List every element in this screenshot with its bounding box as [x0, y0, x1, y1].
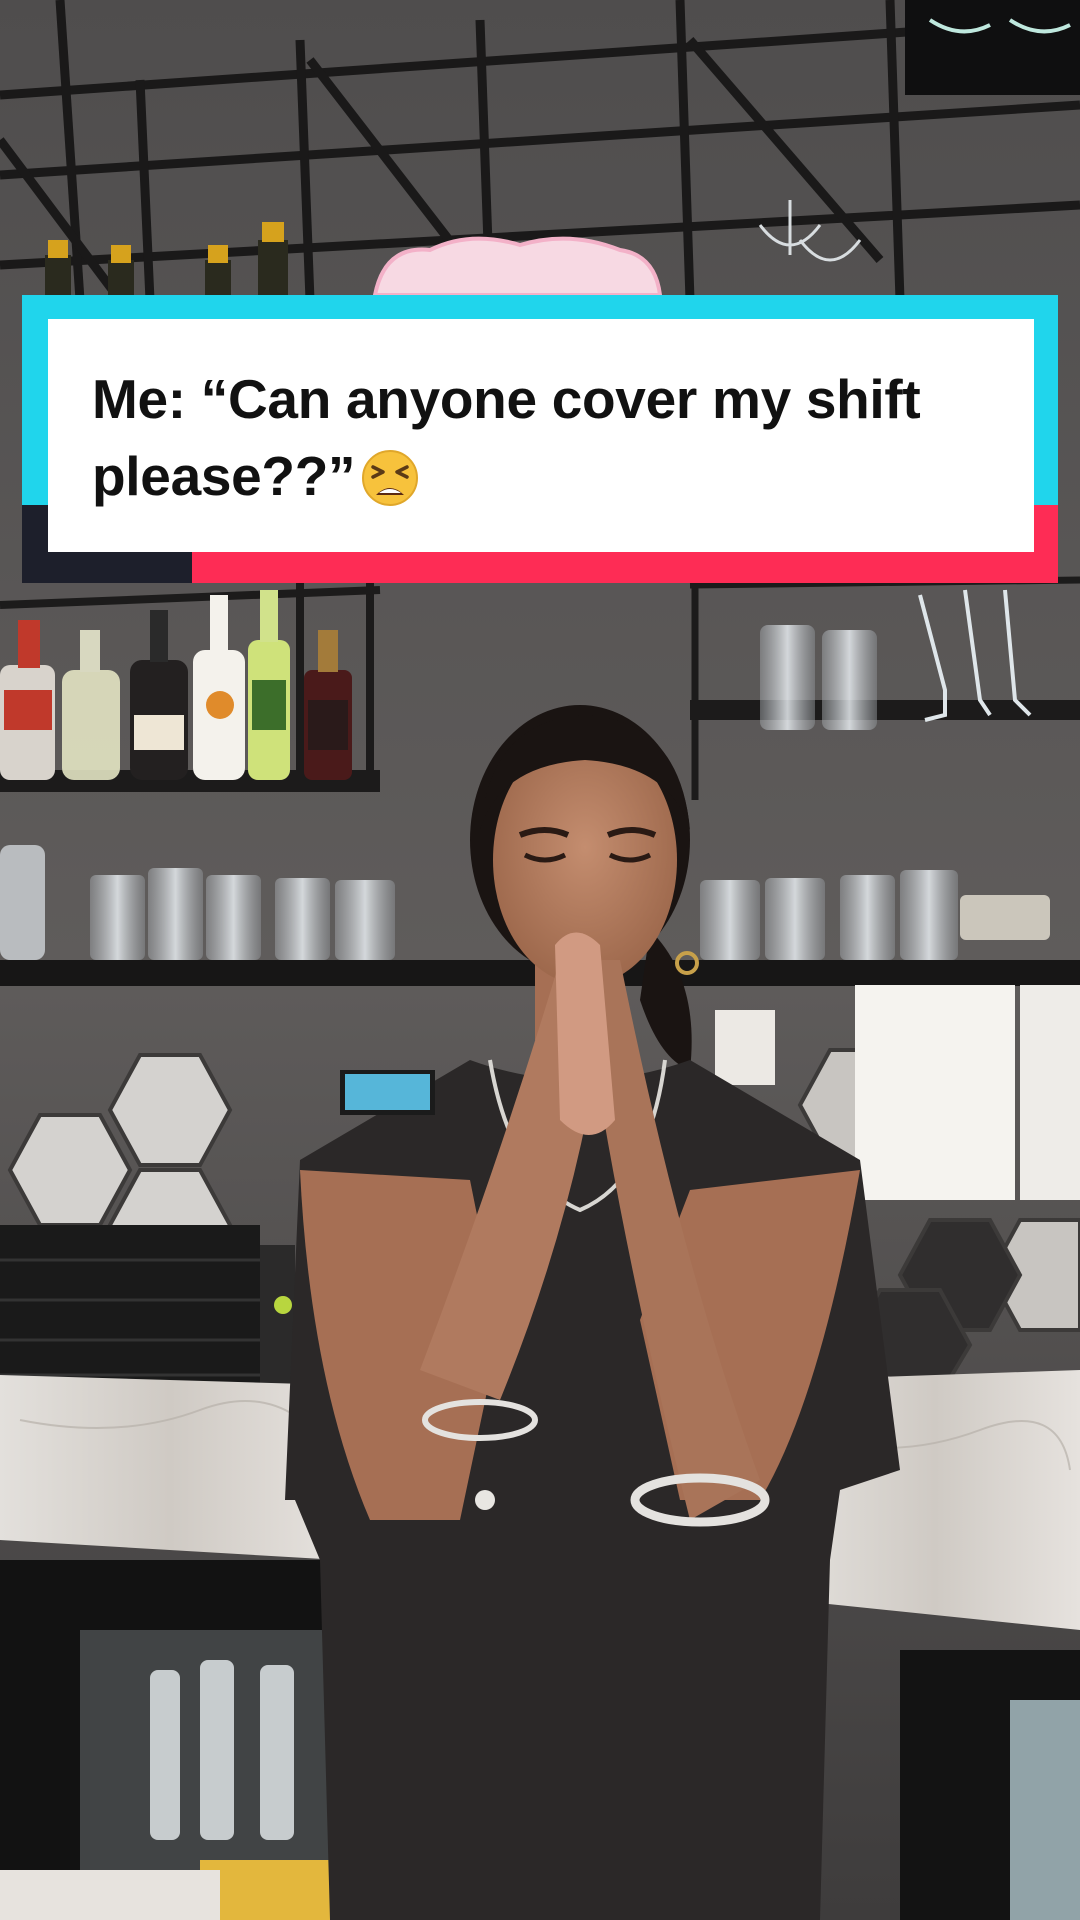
- caption-text-content: Me: “Can anyone cover my shift please??”: [92, 368, 921, 507]
- caption-card: Me: “Can anyone cover my shift please??”: [22, 295, 1058, 583]
- tired-face-icon: [361, 449, 419, 527]
- pinned-paper: [855, 985, 1015, 1200]
- bar-scene-illustration: [0, 0, 1080, 1920]
- box-packaging: [905, 0, 1080, 95]
- caption-box: Me: “Can anyone cover my shift please??”: [48, 319, 1034, 552]
- caption-text: Me: “Can anyone cover my shift please??”: [92, 361, 994, 527]
- upper-shelf-right: [690, 700, 1080, 720]
- video-frame: [0, 0, 1080, 1920]
